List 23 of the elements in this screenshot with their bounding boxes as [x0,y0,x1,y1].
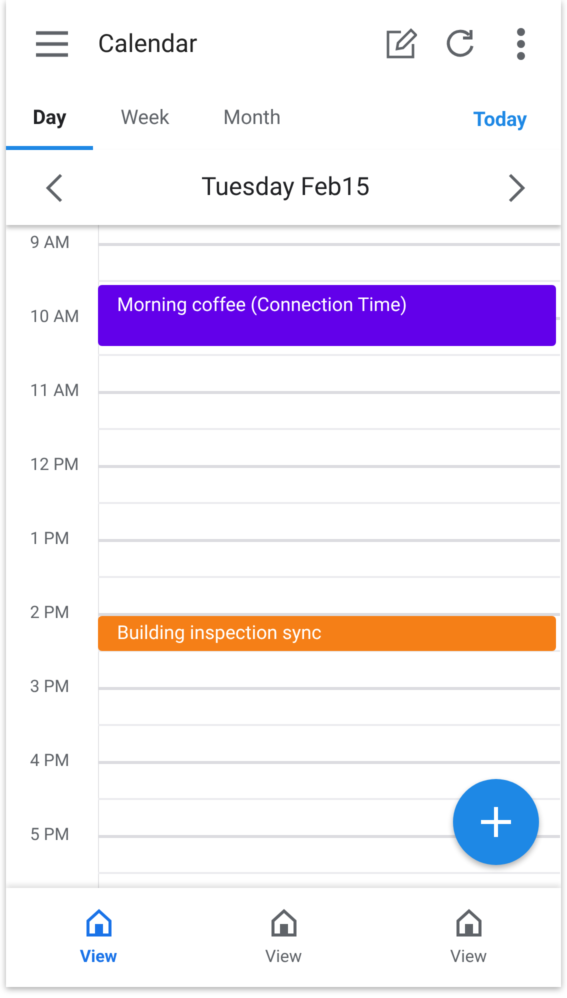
hour-label: 10 AM [29,307,80,329]
hour-label: 3 PM [29,677,70,699]
nav-item[interactable]: View [376,888,561,987]
hour-label: 4 PM [29,751,70,773]
nav-item[interactable]: View [191,888,376,987]
event-block[interactable]: Morning coffee (Connection Time) [98,285,556,346]
hour-label: 9 AM [29,233,71,255]
hour-label: 5 PM [29,825,70,847]
app-title: Calendar [98,30,198,58]
view-tab[interactable]: Day [6,88,93,150]
plus-icon [479,805,513,839]
view-tab[interactable]: Week [93,88,197,150]
date-title: Tuesday Feb15 [201,173,370,202]
home-icon [270,908,296,936]
hour-label: 2 PM [29,603,70,625]
hour-label: 12 PM [29,455,80,477]
nav-item[interactable]: View [6,888,191,987]
hour-label: 11 AM [29,381,80,403]
view-tab[interactable]: Month [197,88,307,150]
today-button[interactable]: Today [473,88,527,150]
hour-label: 1 PM [29,529,70,551]
home-icon [86,908,112,936]
home-icon [456,908,482,936]
